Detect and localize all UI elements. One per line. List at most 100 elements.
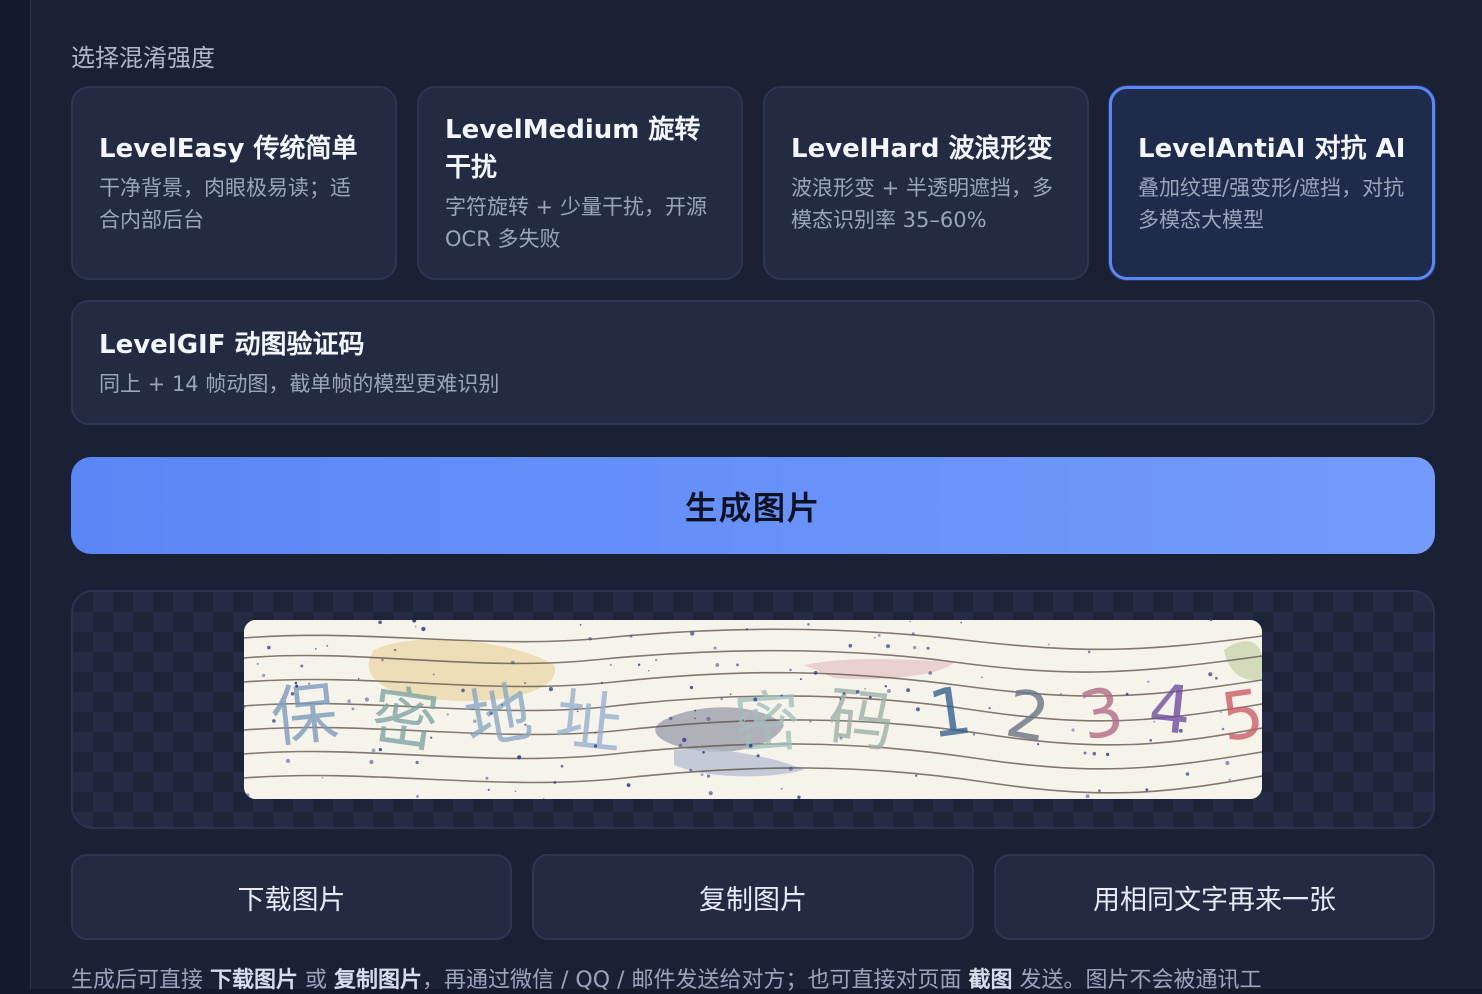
- noise-dot: [1215, 676, 1218, 680]
- level-title: LevelAntiAI 对抗 AI: [1138, 134, 1406, 164]
- noise-dot: [1228, 778, 1231, 781]
- noise-dot: [1145, 788, 1149, 791]
- noise-dot: [378, 620, 382, 625]
- noise-dot: [1087, 650, 1091, 654]
- download-image-button[interactable]: 下载图片: [71, 854, 512, 940]
- level-option-easy[interactable]: LevelEasy 传统简单 干净背景，肉眼极易读；适合内部后台: [71, 86, 397, 280]
- captcha-char: 址: [552, 680, 626, 763]
- noise-dot: [351, 707, 355, 711]
- noise-dot: [246, 793, 250, 797]
- noise-dot: [694, 709, 697, 712]
- level-option-gif[interactable]: LevelGIF 动图验证码 同上 + 14 帧动图，截单帧的模型更难识别: [71, 300, 1435, 425]
- noise-dot: [1092, 751, 1097, 756]
- noise-dot: [909, 620, 911, 623]
- footer-emphasis-copy: 复制图片: [334, 968, 423, 993]
- noise-dot: [414, 625, 417, 628]
- noise-dot: [579, 624, 582, 626]
- noise-dot: [371, 748, 376, 753]
- level-option-antiai[interactable]: LevelAntiAI 对抗 AI 叠加纹理/强变形/遮挡，对抗多模态大模型: [1109, 86, 1435, 280]
- level-option-hard[interactable]: LevelHard 波浪形变 波浪形变 + 半透明遮挡，多模态识别率 35–60…: [763, 86, 1089, 280]
- noise-dot: [972, 733, 976, 736]
- noise-dot: [706, 716, 711, 722]
- noise-dot: [1083, 751, 1087, 755]
- noise-dot: [708, 791, 713, 796]
- level-title: LevelGIF 动图验证码: [99, 329, 365, 360]
- noise-dot: [713, 646, 717, 650]
- noise-dot: [1178, 728, 1183, 733]
- captcha-char: 4: [1145, 669, 1195, 750]
- noise-dot: [780, 787, 783, 790]
- noise-dot: [285, 758, 291, 764]
- footer-text: 生成后可直接: [71, 968, 210, 993]
- noise-dot: [261, 673, 266, 678]
- copy-image-button[interactable]: 复制图片: [532, 854, 974, 940]
- noise-dot: [1208, 672, 1213, 677]
- footer-emphasis-screenshot: 截图: [968, 968, 1013, 993]
- noise-dot: [913, 645, 917, 650]
- noise-dot: [326, 644, 329, 647]
- noise-dot: [381, 658, 384, 662]
- noise-dot: [594, 732, 597, 734]
- footer-text: 发送。图片不会被通讯工: [1012, 968, 1262, 993]
- noise-dot: [729, 693, 732, 695]
- noise-dot: [926, 646, 930, 650]
- captcha-char: 密: [367, 677, 443, 762]
- noise-dot: [742, 719, 745, 722]
- noise-dot: [1047, 643, 1050, 646]
- footer-note: 生成后可直接 下载图片 或 复制图片，再通过微信 / QQ / 邮件发送给对方；…: [71, 962, 1435, 994]
- noise-dot: [1147, 680, 1150, 683]
- noise-dot: [789, 668, 792, 672]
- noise-dot: [473, 719, 477, 723]
- noise-dot: [928, 671, 933, 675]
- noise-dot: [267, 645, 271, 650]
- noise-dot: [1125, 692, 1129, 696]
- noise-dot: [415, 760, 419, 765]
- noise-dot: [682, 737, 687, 743]
- noise-dot: [430, 736, 433, 739]
- noise-dot: [553, 780, 557, 785]
- noise-dot: [1149, 739, 1152, 742]
- noise-dot: [432, 673, 435, 676]
- noise-dot: [799, 678, 802, 681]
- noise-dot: [357, 677, 360, 680]
- noise-dot: [715, 663, 720, 667]
- noise-dot: [256, 662, 259, 665]
- noise-dot: [1106, 752, 1110, 756]
- noise-dot: [1037, 743, 1040, 746]
- captcha-char: 码: [824, 678, 898, 761]
- noise-dot: [678, 743, 683, 748]
- noise-dot: [314, 648, 317, 650]
- captcha-preview-area: 保 密 地 址 密 码 1 2 3 4 5: [71, 590, 1435, 829]
- level-title: LevelMedium 旋转干扰: [445, 115, 701, 183]
- noise-dot: [576, 710, 579, 713]
- regenerate-same-text-button[interactable]: 用相同文字再来一张: [994, 854, 1435, 940]
- noise-dot: [295, 684, 299, 688]
- noise-dot: [461, 688, 465, 693]
- noise-dot: [887, 689, 891, 693]
- noise-dot: [745, 628, 749, 631]
- noise-dot: [514, 790, 517, 792]
- noise-dot: [690, 631, 695, 636]
- level-desc: 干净背景，肉眼极易读；适合内部后台: [99, 176, 351, 232]
- footer-text: ，再通过微信 / QQ / 邮件发送给对方；也可直接对页面: [422, 968, 969, 993]
- noise-dot: [906, 688, 910, 692]
- generate-image-button[interactable]: 生成图片: [71, 457, 1435, 554]
- level-title: LevelEasy 传统简单: [99, 134, 358, 164]
- captcha-image: 保 密 地 址 密 码 1 2 3 4 5: [244, 620, 1262, 799]
- captcha-char: 保: [268, 674, 342, 757]
- noise-dot: [706, 774, 711, 778]
- noise-dot: [648, 670, 650, 672]
- noise-dot: [884, 685, 887, 688]
- noise-dot: [1153, 720, 1156, 723]
- noise-dot: [489, 711, 493, 715]
- captcha-image-drawing: 保 密 地 址 密 码 1 2 3 4 5: [244, 620, 1262, 799]
- noise-dot: [911, 632, 915, 636]
- level-option-medium[interactable]: LevelMedium 旋转干扰 字符旋转 + 少量干扰，开源 OCR 多失败: [417, 86, 743, 280]
- noise-dot: [848, 643, 853, 648]
- noise-dot: [524, 723, 527, 726]
- level-title: LevelHard 波浪形变: [791, 134, 1053, 164]
- noise-dot: [1220, 711, 1222, 713]
- noise-dot: [873, 636, 876, 639]
- noise-dot: [1221, 727, 1225, 731]
- noise-dot: [877, 634, 881, 637]
